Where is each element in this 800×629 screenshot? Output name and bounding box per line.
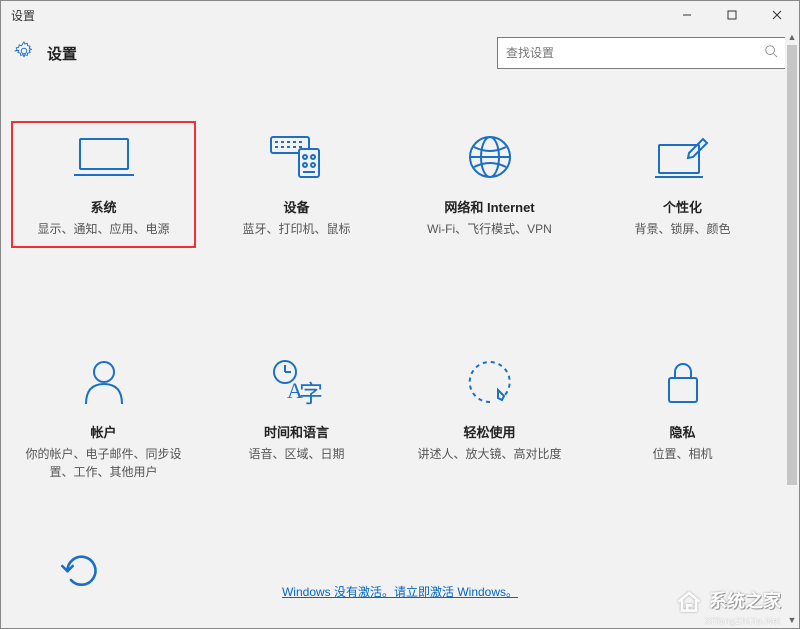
scrollbar-thumb[interactable] <box>787 45 797 485</box>
header-row: 设置 <box>1 29 799 77</box>
scroll-down-button[interactable]: ▼ <box>785 612 799 628</box>
svg-text:字: 字 <box>299 381 323 406</box>
display-icon <box>74 125 134 189</box>
tile-devices[interactable]: 设备 蓝牙、打印机、鼠标 <box>200 117 393 252</box>
personalize-icon <box>655 125 711 189</box>
tile-title: 时间和语言 <box>264 422 329 441</box>
tile-accounts[interactable]: 帐户 你的帐户、电子邮件、同步设置、工作、其他用户 <box>7 342 200 495</box>
tile-desc: 位置、相机 <box>652 445 712 463</box>
activation-link[interactable]: Windows 没有激活。请立即激活 Windows。 <box>282 583 518 600</box>
close-button[interactable] <box>754 1 799 29</box>
window-title: 设置 <box>11 7 35 24</box>
time-language-icon: A字 <box>271 350 323 414</box>
tile-desc: 背景、锁屏、颜色 <box>634 220 730 238</box>
search-input[interactable] <box>506 46 764 60</box>
tile-title: 系统 <box>90 197 116 216</box>
tile-desc: 蓝牙、打印机、鼠标 <box>242 220 350 238</box>
tile-title: 轻松使用 <box>463 422 515 441</box>
tile-title: 设备 <box>283 197 309 216</box>
tile-title: 网络和 Internet <box>444 197 534 216</box>
tile-desc: 语音、区域、日期 <box>248 445 344 463</box>
settings-grid: 系统 显示、通知、应用、电源 设备 蓝牙、打印机、鼠标 <box>1 117 785 495</box>
app-title: 设置 <box>47 43 77 64</box>
gear-icon <box>13 40 35 67</box>
tile-title: 帐户 <box>90 422 116 441</box>
search-icon <box>764 44 778 63</box>
tile-title: 个性化 <box>663 197 702 216</box>
tile-ease-of-access[interactable]: 轻松使用 讲述人、放大镜、高对比度 <box>393 342 586 495</box>
globe-icon <box>466 125 514 189</box>
maximize-button[interactable] <box>709 1 754 29</box>
tile-network[interactable]: 网络和 Internet Wi-Fi、飞行模式、VPN <box>393 117 586 252</box>
person-icon <box>82 350 126 414</box>
tile-personalization[interactable]: 个性化 背景、锁屏、颜色 <box>586 117 779 252</box>
scrollbar[interactable]: ▲ ▼ <box>785 29 799 628</box>
undo-icon[interactable] <box>57 545 99 592</box>
tile-system[interactable]: 系统 显示、通知、应用、电源 <box>11 121 196 248</box>
content-area: 系统 显示、通知、应用、电源 设备 蓝牙、打印机、鼠标 <box>1 77 785 628</box>
tile-desc: 显示、通知、应用、电源 <box>37 220 169 238</box>
tile-time-language[interactable]: A字 时间和语言 语音、区域、日期 <box>200 342 393 495</box>
tile-desc: 你的帐户、电子邮件、同步设置、工作、其他用户 <box>19 445 188 481</box>
ease-icon <box>466 350 514 414</box>
tile-desc: 讲述人、放大镜、高对比度 <box>417 445 561 463</box>
window-controls <box>664 1 799 29</box>
devices-icon <box>269 125 325 189</box>
tile-title: 隐私 <box>669 422 695 441</box>
scroll-up-button[interactable]: ▲ <box>785 29 799 45</box>
header-left: 设置 <box>13 40 77 67</box>
tile-privacy[interactable]: 隐私 位置、相机 <box>586 342 779 495</box>
tile-desc: Wi-Fi、飞行模式、VPN <box>427 220 552 238</box>
lock-icon <box>663 350 703 414</box>
minimize-button[interactable] <box>664 1 709 29</box>
search-box[interactable] <box>497 37 787 69</box>
